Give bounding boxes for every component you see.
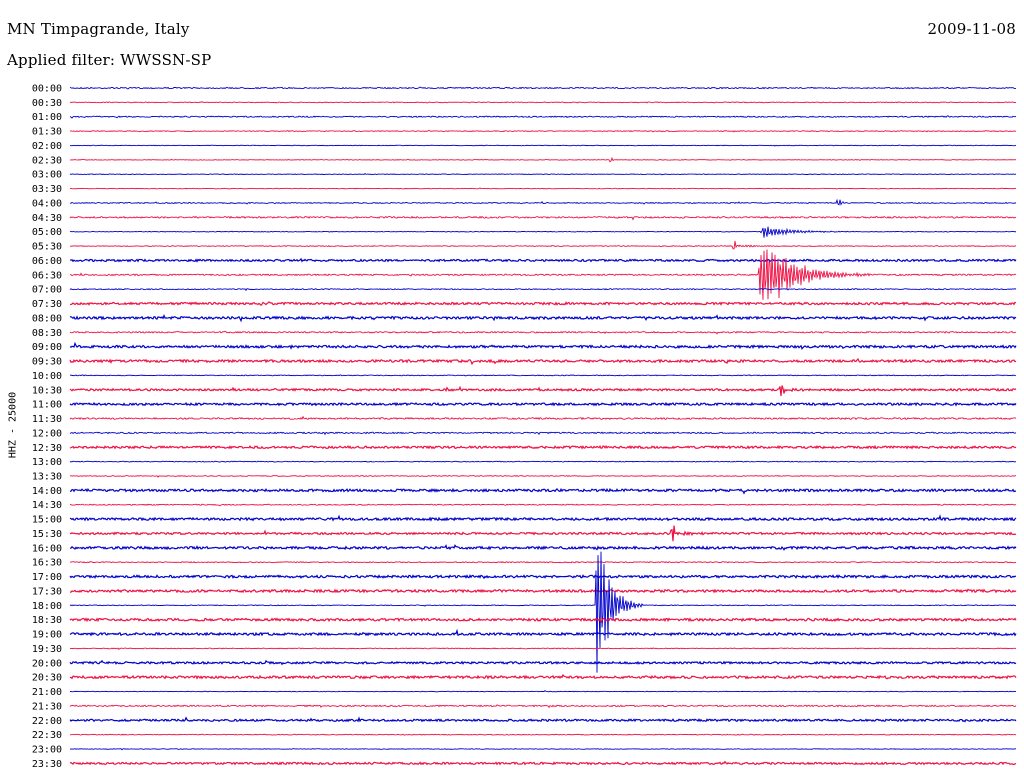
trace-row-1600	[69, 544, 1017, 551]
trace-row-0830	[69, 330, 1017, 335]
row-time-label: 07:30	[32, 299, 62, 310]
row-time-label: 22:30	[32, 730, 62, 741]
trace-row-0630	[69, 249, 1017, 300]
trace-row-0100	[69, 115, 1017, 119]
row-time-label: 22:00	[32, 716, 62, 727]
row-time-label: 00:00	[32, 84, 62, 95]
trace-row-2200	[69, 716, 1017, 723]
trace-row-1430	[69, 503, 1017, 507]
trace-row-0300	[69, 172, 1017, 176]
row-time-label: 09:00	[32, 342, 62, 353]
trace-row-2230	[69, 733, 1017, 736]
trace-row-1700	[69, 574, 1017, 580]
trace-row-0230	[69, 156, 1017, 163]
trace-row-0500	[69, 226, 1017, 238]
row-time-label: 20:30	[32, 673, 62, 684]
row-time-label: 13:00	[32, 457, 62, 468]
trace-row-1630	[69, 561, 1017, 564]
row-time-label: 09:30	[32, 357, 62, 368]
row-time-label: 11:00	[32, 400, 62, 411]
trace-row-0530	[69, 240, 1017, 250]
trace-row-1730	[70, 588, 1017, 594]
row-time-label: 12:00	[32, 428, 62, 439]
row-time-label: 17:30	[32, 586, 62, 597]
trace-row-1200	[69, 431, 1017, 436]
trace-row-1030	[69, 385, 1017, 397]
trace-row-0030	[69, 101, 1017, 104]
trace-row-0130	[69, 129, 1017, 133]
trace-row-0730	[69, 301, 1017, 307]
trace-row-0000	[69, 86, 1017, 90]
row-time-label: 02:00	[32, 141, 62, 152]
row-time-label: 23:00	[32, 745, 62, 756]
row-time-label: 01:00	[32, 112, 62, 123]
trace-row-2130	[69, 704, 1017, 709]
trace-row-1100	[69, 401, 1017, 407]
row-time-label: 10:00	[32, 371, 62, 382]
trace-row-0800	[69, 314, 1017, 323]
trace-row-2100	[69, 690, 1017, 693]
row-time-label: 12:30	[32, 443, 62, 454]
row-time-label: 08:00	[32, 313, 62, 324]
trace-row-1230	[69, 444, 1017, 450]
row-time-label: 15:00	[32, 515, 62, 526]
trace-row-1400	[69, 487, 1017, 495]
row-time-label: 06:00	[32, 256, 62, 267]
row-time-label: 05:00	[32, 227, 62, 238]
trace-row-1830	[69, 617, 1017, 624]
row-time-label: 10:30	[32, 385, 62, 396]
trace-row-0930	[69, 358, 1017, 366]
trace-row-1330	[69, 475, 1016, 478]
row-time-label: 07:00	[32, 285, 62, 296]
trace-row-2330	[69, 760, 1017, 766]
row-time-label: 05:30	[32, 242, 62, 253]
trace-row-0400	[69, 198, 1017, 206]
row-time-label: 01:30	[32, 127, 62, 138]
row-time-label: 06:30	[32, 270, 62, 281]
row-time-label: 20:00	[32, 658, 62, 669]
row-time-label: 03:30	[32, 184, 62, 195]
trace-row-0700	[69, 288, 1017, 292]
trace-row-2000	[69, 659, 1017, 666]
row-time-label: 02:30	[32, 155, 62, 166]
trace-row-1530	[69, 525, 1017, 542]
row-time-label: 18:30	[32, 615, 62, 626]
row-time-label: 23:30	[32, 759, 62, 770]
row-time-label: 19:00	[32, 630, 62, 641]
trace-row-1930	[69, 647, 1017, 650]
trace-row-1300	[69, 460, 1017, 463]
row-time-label: 21:00	[32, 687, 62, 698]
row-time-label: 21:30	[32, 701, 62, 712]
trace-row-0330	[69, 187, 1017, 190]
row-time-label: 19:30	[32, 644, 62, 655]
trace-row-2300	[69, 748, 1017, 751]
row-time-label: 04:00	[32, 198, 62, 209]
row-time-label: 14:00	[32, 486, 62, 497]
trace-row-1500	[69, 514, 1017, 522]
trace-row-1000	[69, 374, 1017, 377]
row-time-label: 03:00	[32, 170, 62, 181]
row-time-label: 13:30	[32, 471, 62, 482]
row-time-label: 04:30	[32, 213, 62, 224]
trace-row-1900	[69, 628, 1017, 637]
trace-row-1130	[69, 415, 1017, 421]
trace-row-2030	[69, 673, 1017, 680]
row-time-label: 18:00	[32, 601, 62, 612]
trace-row-0430	[69, 215, 1017, 221]
row-time-label: 14:30	[32, 500, 62, 511]
trace-row-0900	[69, 341, 1017, 350]
row-time-label: 16:30	[32, 558, 62, 569]
trace-row-0200	[69, 144, 1017, 147]
row-time-label: 16:00	[32, 543, 62, 554]
trace-row-0600	[69, 257, 1017, 263]
helicorder-plot: 00:00 00:30 01:00 01:30 02:00 02:30 03:00 03:30…	[32, 84, 1017, 770]
row-time-label: 11:30	[32, 414, 62, 425]
row-time-label: 17:00	[32, 572, 62, 583]
row-time-label: 00:30	[32, 98, 62, 109]
row-time-label: 15:30	[32, 529, 62, 540]
trace-row-1800	[69, 551, 1017, 673]
row-time-label: 08:30	[32, 328, 62, 339]
